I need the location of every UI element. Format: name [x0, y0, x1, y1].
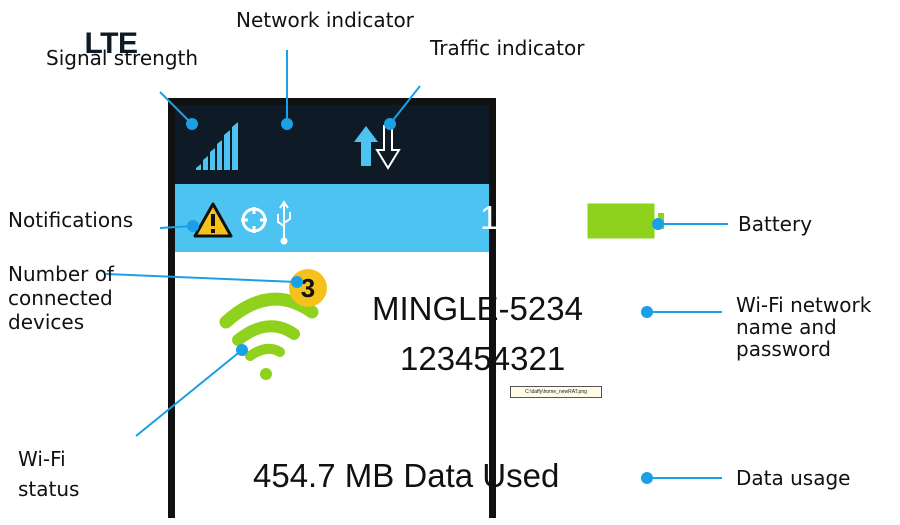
callout-network-indicator: Network indicator [236, 8, 414, 32]
callout-wifi-status-line2: status [18, 477, 80, 501]
leader-wifi-status [135, 349, 243, 437]
callout-connected-devices-line3: devices [8, 310, 85, 334]
leader-battery-dot [652, 218, 664, 230]
callout-connected-devices: Number of connected devices [8, 262, 114, 334]
callout-connected-devices-line1: Number of [8, 262, 114, 286]
callout-battery: Battery [738, 212, 813, 236]
leader-signal-dot [186, 118, 198, 130]
callout-notifications: Notifications [8, 208, 134, 232]
leader-traffic-dot [384, 118, 396, 130]
leader-wifi-status-dot [236, 344, 248, 356]
leader-signal [159, 91, 193, 125]
callout-connected-devices-line2: connected [8, 286, 113, 310]
callout-data-usage: Data usage [736, 466, 851, 490]
callout-wifi-network-line2: name and [736, 315, 837, 339]
leader-data-usage-dot [641, 472, 653, 484]
callout-wifi-network-line3: password [736, 337, 831, 361]
leader-network-dot [281, 118, 293, 130]
leader-notifications-dot [187, 220, 199, 232]
leader-wifi-name-dot [641, 306, 653, 318]
callout-traffic-indicator: Traffic indicator [430, 36, 585, 60]
callout-wifi-network: Wi-Fi network name and password [736, 294, 871, 360]
leader-traffic [389, 85, 421, 125]
callout-wifi-status-line1: Wi-Fi [18, 447, 66, 471]
callout-wifi-status: Wi-Fi status [18, 444, 79, 504]
callout-signal-strength: Signal strength [46, 46, 199, 70]
leader-devices [105, 273, 298, 283]
callout-wifi-network-line1: Wi-Fi network [736, 293, 872, 317]
leader-devices-dot [291, 276, 303, 288]
leader-lines [105, 50, 728, 484]
